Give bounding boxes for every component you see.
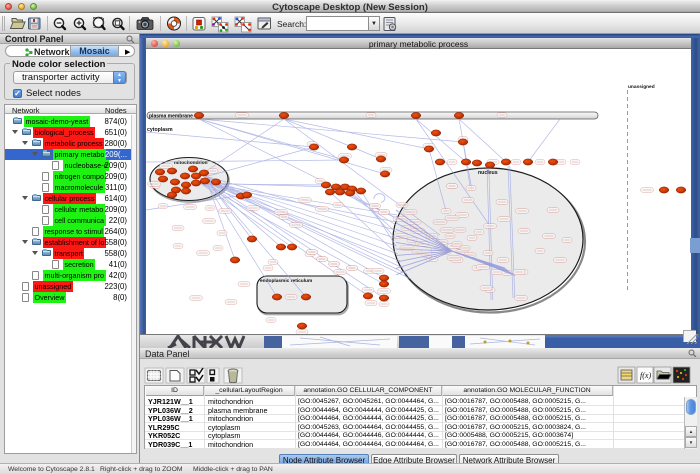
- svg-text:nucleus: nucleus: [478, 170, 498, 176]
- svg-text:plasma membrane: plasma membrane: [149, 114, 193, 120]
- svg-text:endoplasmic reticulum: endoplasmic reticulum: [260, 278, 312, 284]
- svg-text:f(x): f(x): [640, 371, 651, 380]
- svg-text:mitochondrion: mitochondrion: [174, 160, 208, 166]
- svg-text:unassigned: unassigned: [628, 84, 655, 90]
